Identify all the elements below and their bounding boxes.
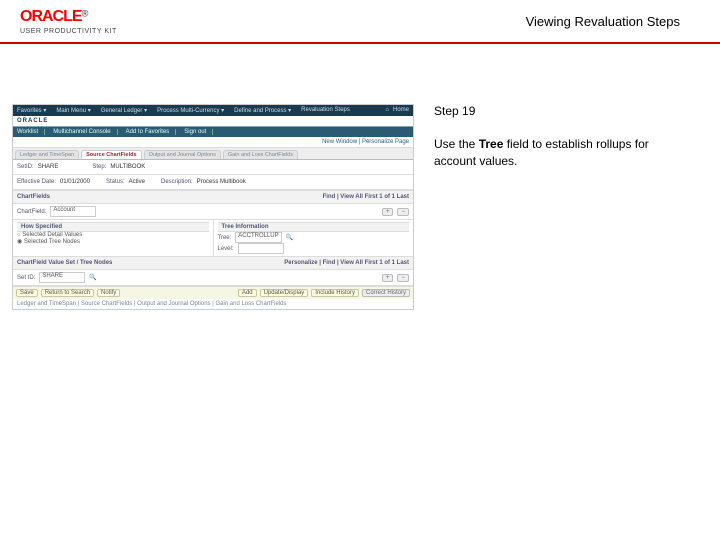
cf-pager[interactable]: Find | View All First 1 of 1 Last bbox=[323, 194, 409, 200]
step-number: Step 19 bbox=[434, 104, 680, 118]
add-button[interactable]: Add bbox=[238, 289, 257, 297]
lbl-status: Status: bbox=[106, 179, 125, 185]
content: Favorites ▾ Main Menu ▾ General Ledger ▾… bbox=[0, 44, 720, 310]
cfval-header: ChartField Value Set / Tree Nodes Person… bbox=[13, 256, 413, 270]
brand-tm: ® bbox=[82, 8, 89, 18]
tree-head: Tree Information bbox=[218, 222, 410, 232]
lbl-chartfield: ChartField: bbox=[17, 209, 46, 215]
button-bar: Save Return to Search Notify Add Update/… bbox=[13, 286, 413, 299]
cfval-del-icon[interactable]: − bbox=[397, 274, 409, 282]
cfsetid-input[interactable]: SHARE bbox=[39, 272, 85, 283]
val-step: MULTIBOOK bbox=[110, 164, 145, 170]
app-util-bar: Worklist Multichannel Console Add to Fav… bbox=[13, 127, 413, 137]
footer-tab-links[interactable]: Ledger and TimeSpan | Source ChartFields… bbox=[13, 299, 413, 309]
step-text-bold: Tree bbox=[479, 137, 504, 151]
tree-input[interactable]: ACCTROLLUP bbox=[235, 232, 281, 243]
lbl-cfsetid: Set ID: bbox=[17, 275, 35, 281]
add-row-icon[interactable]: + bbox=[382, 208, 394, 216]
app-screenshot: Favorites ▾ Main Menu ▾ General Ledger ▾… bbox=[12, 104, 414, 310]
radio-tree-nodes[interactable]: Selected Tree Nodes bbox=[17, 238, 209, 245]
product-name: USER PRODUCTIVITY KIT bbox=[20, 28, 117, 35]
header-row1: SetID: SHARE Step: MULTIBOOK bbox=[13, 160, 413, 175]
home-link[interactable]: Home bbox=[385, 107, 409, 114]
tab-bar: Ledger and TimeSpan Source ChartFields O… bbox=[13, 148, 413, 160]
step-text-before: Use the bbox=[434, 137, 479, 151]
step-instruction: Use the Tree field to establish rollups … bbox=[434, 136, 680, 170]
tree-lookup-icon[interactable]: 🔍 bbox=[286, 234, 293, 241]
save-button[interactable]: Save bbox=[16, 289, 38, 297]
nav-gl[interactable]: General Ledger ▾ bbox=[101, 107, 147, 114]
tab-source-cf[interactable]: Source ChartFields bbox=[81, 150, 141, 159]
crumb-links[interactable]: New Window | Personalize Page bbox=[322, 139, 409, 145]
brand-text: ORACLE bbox=[20, 8, 82, 25]
lbl-effdate: Effective Date: bbox=[17, 179, 56, 185]
chartfield-select[interactable]: Account bbox=[50, 206, 96, 217]
util-fav[interactable]: Add to Favorites bbox=[126, 129, 177, 135]
lbl-level: Level: bbox=[218, 246, 234, 252]
app-nav-bar: Favorites ▾ Main Menu ▾ General Ledger ▾… bbox=[13, 105, 413, 116]
page-header: ORACLE® USER PRODUCTIVITY KIT Viewing Re… bbox=[0, 0, 720, 44]
include-hist-button[interactable]: Include History bbox=[311, 289, 359, 297]
cfval-head-label: ChartField Value Set / Tree Nodes bbox=[17, 260, 112, 266]
del-row-icon[interactable]: − bbox=[397, 208, 409, 216]
spec-tree-row: How Specified Selected Detail Values Sel… bbox=[13, 220, 413, 256]
cfsetid-lookup-icon[interactable]: 🔍 bbox=[89, 274, 96, 281]
util-mcc[interactable]: Multichannel Console bbox=[53, 129, 117, 135]
cfval-row: Set ID: SHARE 🔍 + − bbox=[13, 270, 413, 286]
val-effdate: 01/01/2000 bbox=[60, 179, 90, 185]
instruction-pane: Step 19 Use the Tree field to establish … bbox=[414, 104, 680, 310]
tab-ledger[interactable]: Ledger and TimeSpan bbox=[15, 150, 79, 159]
nav-revalsteps[interactable]: Revaluation Steps bbox=[301, 107, 350, 114]
nav-mainmenu[interactable]: Main Menu ▾ bbox=[56, 107, 90, 114]
val-setid: SHARE bbox=[38, 164, 59, 170]
cf-row: ChartField: Account + − bbox=[13, 204, 413, 220]
screenshot-pane: Favorites ▾ Main Menu ▾ General Ledger ▾… bbox=[12, 104, 414, 310]
app-brand-bar: ORACLE bbox=[13, 116, 413, 127]
cfval-add-icon[interactable]: + bbox=[382, 274, 394, 282]
correct-hist-button[interactable]: Correct History bbox=[362, 289, 410, 297]
level-input[interactable] bbox=[238, 243, 284, 254]
lbl-step: Step: bbox=[92, 164, 106, 170]
util-worklist[interactable]: Worklist bbox=[17, 129, 45, 135]
lbl-desc: Description: bbox=[161, 179, 193, 185]
header-row2: Effective Date: 01/01/2000 Status: Activ… bbox=[13, 175, 413, 190]
return-button[interactable]: Return to Search bbox=[41, 289, 94, 297]
spec-head: How Specified bbox=[17, 222, 209, 232]
update-button[interactable]: Update/Display bbox=[260, 289, 309, 297]
logo: ORACLE® USER PRODUCTIVITY KIT bbox=[20, 8, 117, 35]
nav-multicur[interactable]: Process Multi-Currency ▾ bbox=[157, 107, 224, 114]
val-status: Active bbox=[129, 179, 145, 185]
nav-define[interactable]: Define and Process ▾ bbox=[234, 107, 291, 114]
val-desc: Process Multibook bbox=[197, 179, 246, 185]
tab-gainloss[interactable]: Gain and Loss ChartFields bbox=[223, 150, 298, 159]
chartfields-header: ChartFields Find | View All First 1 of 1… bbox=[13, 190, 413, 204]
util-signout[interactable]: Sign out bbox=[184, 129, 213, 135]
notify-button[interactable]: Notify bbox=[97, 289, 120, 297]
nav-favorites[interactable]: Favorites ▾ bbox=[17, 107, 46, 114]
page-title: Viewing Revaluation Steps bbox=[526, 8, 680, 29]
lbl-setid: SetID: bbox=[17, 164, 34, 170]
tab-output[interactable]: Output and Journal Options bbox=[144, 150, 221, 159]
cfval-pager[interactable]: Personalize | Find | View All First 1 of… bbox=[284, 260, 409, 266]
cf-head-label: ChartFields bbox=[17, 194, 50, 200]
lbl-tree: Tree: bbox=[218, 235, 232, 241]
